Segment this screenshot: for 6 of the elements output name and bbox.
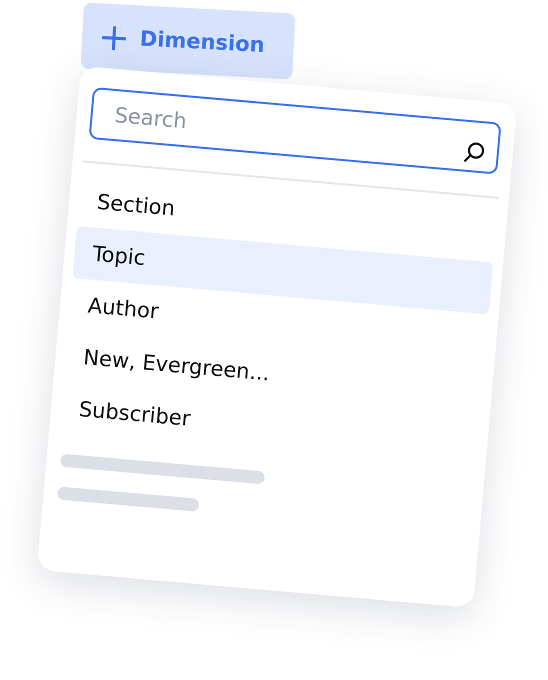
dimension-option[interactable]: Subscriber	[78, 397, 192, 431]
search-field[interactable]: Search	[88, 87, 502, 175]
dimension-option[interactable]: Author	[87, 293, 160, 324]
dimension-option[interactable]: Topic	[92, 242, 146, 270]
dimension-option[interactable]: New, Evergreen...	[82, 345, 271, 386]
dimension-option[interactable]: Section	[96, 190, 176, 221]
